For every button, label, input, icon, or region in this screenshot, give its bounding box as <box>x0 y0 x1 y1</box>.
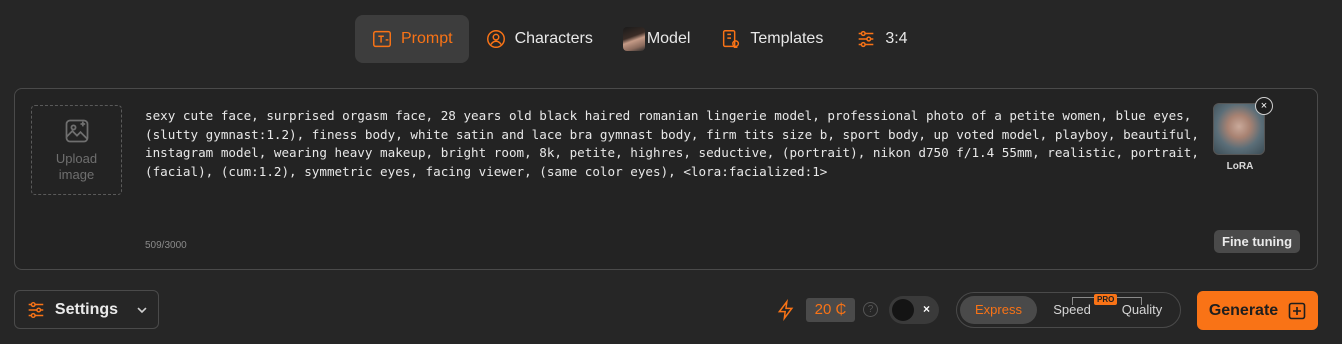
help-icon[interactable]: ? <box>863 302 878 317</box>
tab-prompt[interactable]: Prompt <box>355 15 469 63</box>
text-box-icon <box>373 30 391 48</box>
close-icon: × <box>922 302 930 316</box>
lora-item[interactable]: × LoRA <box>1213 97 1273 172</box>
sliders-icon <box>858 30 874 48</box>
image-upload-icon <box>65 119 88 143</box>
pro-badge: PRO <box>1094 294 1118 305</box>
tab-model[interactable]: Model <box>609 15 705 63</box>
tab-label: Characters <box>514 30 593 47</box>
toggle-switch[interactable]: × <box>889 296 939 324</box>
tab-label: Model <box>646 30 691 47</box>
sliders-icon <box>28 301 44 318</box>
prompt-input[interactable]: sexy cute face, surprised orgasm face, 2… <box>145 107 1205 181</box>
lora-label: LoRA <box>1226 161 1254 172</box>
upload-label-line1: Upload <box>55 151 98 166</box>
tab-characters[interactable]: Characters <box>469 15 609 63</box>
chevron-down-icon <box>137 306 147 313</box>
mode-tabs: Prompt Characters Model Templates 3:4 <box>355 15 924 63</box>
user-circle-icon <box>486 30 505 48</box>
plus-box-icon <box>1288 302 1306 319</box>
fine-tuning-button[interactable]: Fine tuning <box>1214 230 1301 253</box>
speed-mode-selector: Express Speed Quality <box>956 292 1181 328</box>
prompt-panel: Upload image sexy cute face, surprised o… <box>14 88 1318 270</box>
settings-dropdown[interactable]: Settings <box>14 290 159 329</box>
settings-label: Settings <box>54 300 119 318</box>
tab-label: Templates <box>750 30 824 47</box>
char-counter: 509/3000 <box>145 240 187 251</box>
generate-button[interactable]: Generate <box>1197 291 1318 330</box>
upload-label-line2: image <box>58 167 95 182</box>
tab-templates[interactable]: Templates <box>704 15 839 63</box>
tab-label: 3:4 <box>885 30 908 47</box>
templates-icon <box>723 30 740 48</box>
tab-label: Prompt <box>401 30 453 47</box>
toggle-knob <box>892 299 914 321</box>
mode-express[interactable]: Express <box>960 296 1037 324</box>
lightning-icon <box>777 299 794 321</box>
model-thumbnail <box>622 27 645 51</box>
lora-remove-button[interactable]: × <box>1255 97 1273 115</box>
generate-label: Generate <box>1208 301 1279 319</box>
upload-image-button[interactable]: Upload image <box>31 105 122 195</box>
tab-aspect-ratio[interactable]: 3:4 <box>839 15 923 63</box>
credit-cost: 20 ₵ <box>806 298 855 322</box>
